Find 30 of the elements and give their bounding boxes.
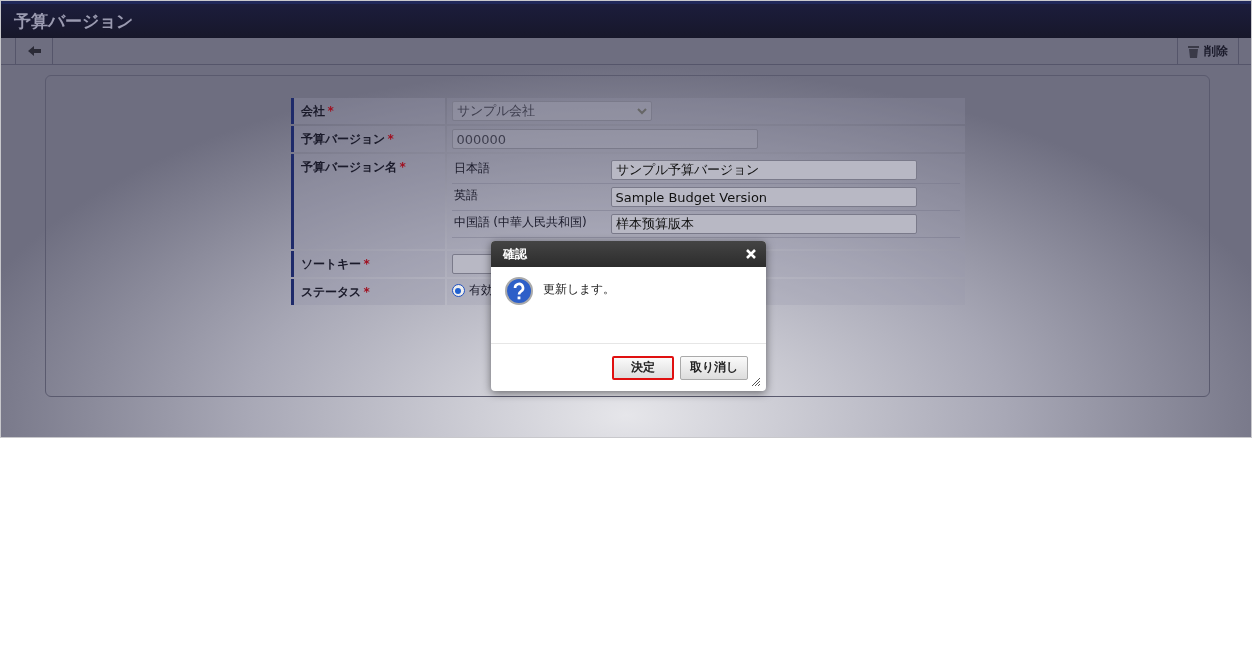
page-title: 予算バージョン xyxy=(14,9,133,33)
radio-button[interactable] xyxy=(451,284,465,297)
back-button[interactable] xyxy=(15,38,53,64)
required-mark: * xyxy=(399,160,406,174)
required-mark: * xyxy=(363,285,370,299)
close-button[interactable] xyxy=(746,249,756,259)
field-label: ステータス * xyxy=(290,279,445,305)
input-field[interactable]: Sample Budget Version xyxy=(610,187,917,207)
dialog-button[interactable]: 取り消し xyxy=(680,355,748,380)
close-icon xyxy=(746,249,756,259)
required-mark: * xyxy=(327,104,334,118)
field-label: 会社 * xyxy=(290,98,445,124)
dialog-button[interactable]: 決定 xyxy=(612,355,674,380)
locale-label: 中国語 (中華人民共和国) xyxy=(452,214,588,231)
dialog-message: 更新します。 xyxy=(543,281,615,298)
required-mark: * xyxy=(363,257,370,271)
trash-icon xyxy=(1188,44,1199,58)
field-label: ソートキー * xyxy=(290,251,445,277)
dialog-title: 確認 xyxy=(503,245,527,263)
locale-label: 英語 xyxy=(452,187,479,204)
question-icon xyxy=(505,277,533,305)
locale-label: 日本語 xyxy=(452,160,491,177)
input-field[interactable]: サンプル予算バージョン xyxy=(610,160,917,180)
field-label: 予算バージョン * xyxy=(290,126,445,152)
required-mark: * xyxy=(387,132,394,146)
left-arrow-icon xyxy=(27,46,41,56)
chevron-icon xyxy=(636,107,647,115)
resize-grip-icon[interactable] xyxy=(752,378,760,386)
input-field[interactable]: 样本预算版本 xyxy=(610,214,917,234)
field-label: 予算バージョン名 * xyxy=(290,154,445,249)
